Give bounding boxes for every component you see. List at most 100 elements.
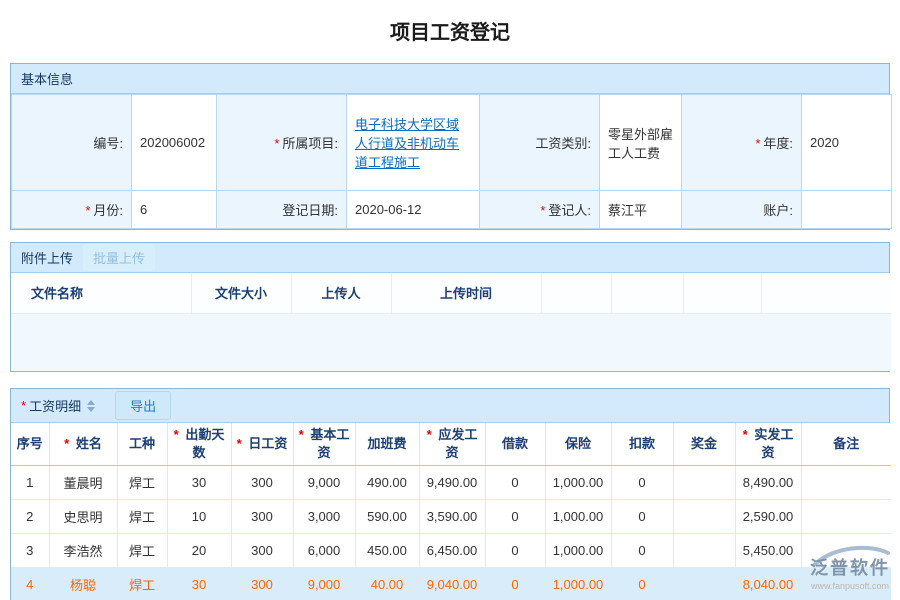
required-mark: *: [743, 427, 752, 442]
wage-cell: 3: [11, 533, 49, 567]
attachments-header: 附件上传 批量上传: [11, 243, 889, 273]
wage-col-11: 扣款: [611, 423, 673, 465]
basic-info-header: 基本信息: [11, 64, 889, 94]
wage-cell: 590.00: [355, 499, 419, 533]
wage-cell: 5,450.00: [735, 533, 801, 567]
wage-col-4: * 出勤天数: [167, 423, 231, 465]
batch-upload-button[interactable]: 批量上传: [83, 244, 155, 271]
wage-cell: [673, 567, 735, 600]
page-root: 项目工资登记 基本信息 编号: 202006002 *所属项目: 电子科技大学区…: [0, 0, 900, 600]
wage-cell: 4: [11, 567, 49, 600]
required-mark: *: [274, 136, 279, 151]
wage-cell: [801, 567, 891, 600]
wage-col-14: 备注: [801, 423, 891, 465]
wage-cell: 300: [231, 465, 293, 499]
wage-cell: 0: [485, 465, 545, 499]
basic-info-form: 编号: 202006002 *所属项目: 电子科技大学区域人行道及非机动车道工程…: [11, 94, 892, 229]
attach-empty-row: [11, 313, 891, 371]
attach-col-4: 上传时间: [391, 273, 541, 313]
wage-table: 序号* 姓名工种* 出勤天数* 日工资* 基本工资加班费* 应发工资借款保险扣款…: [11, 423, 891, 600]
wage-cell: 1,000.00: [545, 533, 611, 567]
wage-cell: 2,590.00: [735, 499, 801, 533]
field-account-value: [802, 191, 892, 229]
wage-cell: 8,040.00: [735, 567, 801, 600]
wage-col-1: 序号: [11, 423, 49, 465]
wage-cell: 450.00: [355, 533, 419, 567]
attach-empty-area: [11, 313, 891, 371]
wage-row-3[interactable]: 3李浩然焊工203006,000450.006,450.0001,000.000…: [11, 533, 891, 567]
attach-col-empty-5: [541, 273, 611, 313]
wage-col-13: * 实发工资: [735, 423, 801, 465]
wage-cell: [801, 465, 891, 499]
wage-cell: 9,490.00: [419, 465, 485, 499]
wage-row-1[interactable]: 1董晨明焊工303009,000490.009,490.0001,000.000…: [11, 465, 891, 499]
wage-cell: 0: [485, 499, 545, 533]
wage-cell: 杨聪: [49, 567, 117, 600]
field-number-value: 202006002: [132, 95, 217, 191]
export-button[interactable]: 导出: [115, 391, 171, 420]
wage-cell: 焊工: [117, 533, 167, 567]
wage-row-4[interactable]: 4杨聪焊工303009,00040.009,040.0001,000.0008,…: [11, 567, 891, 600]
wage-cell: 0: [611, 499, 673, 533]
field-year-value: 2020: [802, 95, 892, 191]
required-mark: *: [64, 436, 73, 451]
required-mark: *: [299, 427, 308, 442]
wage-cell: 300: [231, 499, 293, 533]
wage-cell: 40.00: [355, 567, 419, 600]
field-reg-date-value: 2020-06-12: [347, 191, 480, 229]
wage-detail-header: * 工资明细 导出: [11, 389, 889, 423]
wage-cell: 2: [11, 499, 49, 533]
attach-header-row: 文件名称文件大小上传人上传时间: [11, 273, 891, 313]
field-wage-type-value: 零星外部雇工人工费: [600, 95, 682, 191]
required-mark: *: [540, 203, 545, 218]
wage-cell: 30: [167, 465, 231, 499]
wage-cell: 焊工: [117, 465, 167, 499]
wage-cell: [673, 499, 735, 533]
wage-col-3: 工种: [117, 423, 167, 465]
wage-cell: 3,000: [293, 499, 355, 533]
attachments-section: 附件上传 批量上传 文件名称文件大小上传人上传时间: [10, 242, 890, 372]
page-title: 项目工资登记: [0, 0, 900, 45]
wage-cell: 0: [485, 567, 545, 600]
wage-cell: 1,000.00: [545, 499, 611, 533]
wage-cell: 1,000.00: [545, 465, 611, 499]
wage-col-9: 借款: [485, 423, 545, 465]
project-link[interactable]: 电子科技大学区域人行道及非机动车道工程施工: [355, 117, 459, 170]
required-mark: *: [427, 427, 436, 442]
wage-col-6: * 基本工资: [293, 423, 355, 465]
basic-info-section: 基本信息 编号: 202006002 *所属项目: 电子科技大学区域人行道及非机…: [10, 63, 890, 230]
wage-cell: 0: [611, 533, 673, 567]
field-registrar-label: *登记人:: [480, 191, 600, 229]
wage-cell: 1: [11, 465, 49, 499]
wage-detail-section: * 工资明细 导出 序号* 姓名工种* 出勤天数* 日工资* 基本工资加班费* …: [10, 388, 890, 600]
required-mark: *: [755, 136, 760, 151]
wage-detail-title: 工资明细: [29, 396, 81, 415]
wage-col-5: * 日工资: [231, 423, 293, 465]
wage-cell: 8,490.00: [735, 465, 801, 499]
wage-cell: 490.00: [355, 465, 419, 499]
wage-cell: 300: [231, 567, 293, 600]
attach-col-empty-7: [683, 273, 761, 313]
field-registrar-value: 蔡江平: [600, 191, 682, 229]
field-project-value: 电子科技大学区域人行道及非机动车道工程施工: [347, 95, 480, 191]
attachments-table: 文件名称文件大小上传人上传时间: [11, 273, 891, 371]
field-month-label: *月份:: [12, 191, 132, 229]
wage-cell: 李浩然: [49, 533, 117, 567]
required-mark: *: [85, 203, 90, 218]
attach-col-2: 文件大小: [191, 273, 291, 313]
wage-table-body: 1董晨明焊工303009,000490.009,490.0001,000.000…: [11, 465, 891, 600]
field-month-value: 6: [132, 191, 217, 229]
wage-row-2[interactable]: 2史思明焊工103003,000590.003,590.0001,000.000…: [11, 499, 891, 533]
attach-col-1: 文件名称: [11, 273, 191, 313]
wage-cell: [673, 533, 735, 567]
wage-cell: 30: [167, 567, 231, 600]
sort-icon[interactable]: [87, 400, 95, 412]
wage-col-2: * 姓名: [49, 423, 117, 465]
field-wage-type-label: 工资类别:: [480, 95, 600, 191]
field-number-label: 编号:: [12, 95, 132, 191]
field-project-label: *所属项目:: [217, 95, 347, 191]
field-reg-date-label: 登记日期:: [217, 191, 347, 229]
wage-col-8: * 应发工资: [419, 423, 485, 465]
wage-cell: [801, 499, 891, 533]
attach-col-empty-8: [761, 273, 891, 313]
